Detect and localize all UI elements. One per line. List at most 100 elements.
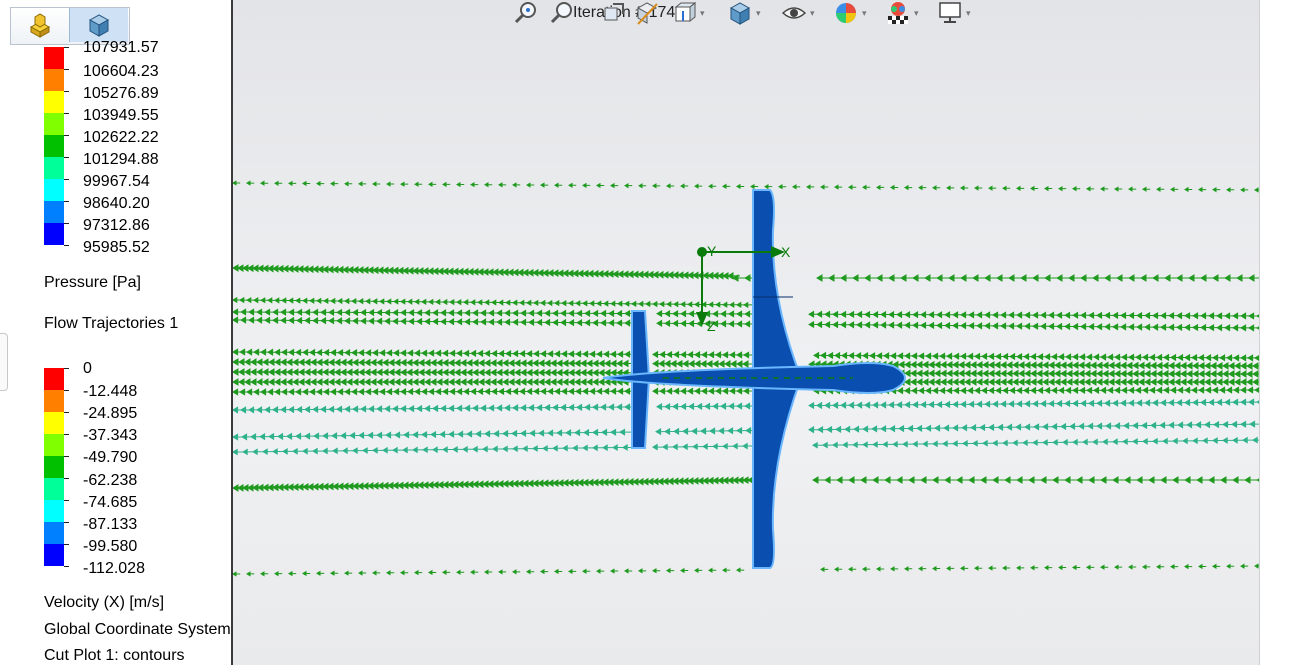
view-orientation-button[interactable]: ▾	[671, 0, 705, 26]
flow-arrow	[852, 274, 865, 282]
flow-arrow	[956, 476, 969, 484]
flow-arrow	[400, 181, 409, 187]
flow-arrow	[708, 567, 717, 573]
flow-arrow	[652, 443, 664, 451]
flow-arrow	[1072, 186, 1081, 192]
flow-arrow	[840, 274, 853, 282]
flow-arrow	[1212, 563, 1221, 570]
flow-arrow	[694, 567, 703, 574]
flow-arrow	[736, 567, 745, 573]
view-orientation-icon	[674, 1, 697, 23]
flow-arrow	[242, 448, 254, 456]
flow-arrow	[900, 274, 913, 282]
flow-arrow	[764, 183, 773, 190]
flow-arrow	[816, 274, 829, 282]
flow-arrow	[619, 428, 632, 436]
section-view-button[interactable]	[635, 0, 661, 26]
flow-arrow	[862, 566, 871, 572]
flow-arrow	[848, 476, 861, 484]
flow-arrow	[904, 184, 913, 191]
flow-arrow	[562, 444, 574, 452]
zoom-to-fit-button[interactable]	[513, 0, 539, 26]
flow-arrow	[1240, 187, 1249, 193]
flow-arrow	[1162, 437, 1174, 445]
flow-arrow	[1112, 438, 1124, 446]
flow-arrow	[904, 566, 913, 572]
flow-arrow	[386, 181, 395, 187]
flow-arrow	[624, 182, 633, 189]
flow-arrow	[922, 440, 934, 448]
flow-arrow	[1142, 437, 1154, 445]
flow-arrow	[1170, 186, 1179, 193]
flow-arrow	[1236, 274, 1249, 282]
flow-arrow	[692, 443, 704, 451]
hide-show-items-button[interactable]: ▾	[781, 0, 815, 26]
flow-arrow	[233, 180, 241, 186]
view-settings-button[interactable]: ▾	[937, 0, 971, 26]
flow-arrow	[1244, 476, 1257, 484]
3d-view-tab[interactable]	[69, 8, 128, 42]
edit-appearance-button[interactable]: ▾	[833, 0, 867, 26]
flow-arrow	[936, 274, 949, 282]
previous-view-icon	[604, 3, 624, 21]
flow-arrow	[1142, 564, 1151, 570]
pressure-label: 98640.20	[83, 195, 150, 212]
flow-arrow	[1082, 438, 1094, 446]
velocity-swatch-5	[44, 456, 64, 478]
flow-arrow	[992, 476, 1005, 484]
flow-arrow	[1032, 274, 1045, 282]
zoom-area-button[interactable]	[549, 0, 575, 26]
trajectories-title: Flow Trajectories 1	[44, 315, 179, 332]
flow-arrow	[1100, 186, 1109, 192]
flow-arrow	[1100, 564, 1109, 570]
velocity-legend-title: Velocity (X) [m/s]	[44, 594, 165, 611]
pressure-label: 101294.88	[83, 151, 159, 168]
flow-arrow	[743, 301, 754, 309]
flow-arrow	[968, 476, 981, 484]
flow-arrow	[456, 569, 465, 575]
part-mode-tab[interactable]	[11, 8, 69, 42]
flow-arrow	[702, 443, 714, 450]
flow-arrow	[902, 440, 914, 448]
flow-arrow	[872, 441, 884, 448]
pressure-swatch-3	[44, 91, 64, 113]
flow-arrow	[288, 570, 297, 577]
display-style-button[interactable]: ▾	[727, 0, 761, 26]
flow-arrow	[512, 445, 524, 453]
flow-arrow	[282, 448, 294, 455]
flow-arrow	[1064, 476, 1077, 484]
flow-arrow	[1122, 438, 1134, 445]
flow-arrow	[996, 274, 1009, 282]
flow-arrow	[638, 183, 647, 189]
aircraft-model[interactable]	[602, 189, 907, 569]
flow-arrow	[332, 447, 344, 455]
flow-arrow	[382, 446, 394, 454]
flow-arrow	[722, 183, 731, 190]
flow-arrow	[342, 447, 354, 455]
apply-scene-button[interactable]: ▾	[885, 0, 919, 26]
flow-arrow	[372, 181, 381, 187]
flow-arrow	[233, 571, 241, 577]
flow-arrow	[1016, 476, 1029, 484]
flow-arrow	[462, 445, 474, 453]
flow-arrow	[1040, 476, 1053, 484]
flow-arrow	[532, 445, 544, 452]
flow-arrow	[1116, 274, 1129, 282]
flow-arrow	[1132, 438, 1144, 445]
flow-arrow	[962, 440, 974, 447]
flow-arrow	[974, 185, 983, 191]
flow-arrow	[1198, 563, 1207, 570]
flow-arrow	[358, 570, 367, 576]
flow-arrow	[1160, 476, 1173, 484]
flow-arrow	[428, 569, 437, 576]
panel-collapse-handle[interactable]	[0, 333, 8, 391]
previous-view-button[interactable]	[601, 0, 627, 26]
flow-arrow	[372, 446, 384, 454]
flow-arrow	[876, 274, 889, 282]
flow-arrow	[1030, 565, 1039, 571]
legend-panel: 107931.57 106604.23 105276.89 103949.55 …	[0, 0, 231, 665]
flow-arrow	[442, 181, 451, 188]
graphics-viewport[interactable]: X Y Z Iteration # 174 ▾ ▾ ▾ ▾ ▾ ▾	[231, 0, 1261, 665]
flow-arrow	[1044, 185, 1053, 192]
flow-arrow	[612, 444, 624, 451]
